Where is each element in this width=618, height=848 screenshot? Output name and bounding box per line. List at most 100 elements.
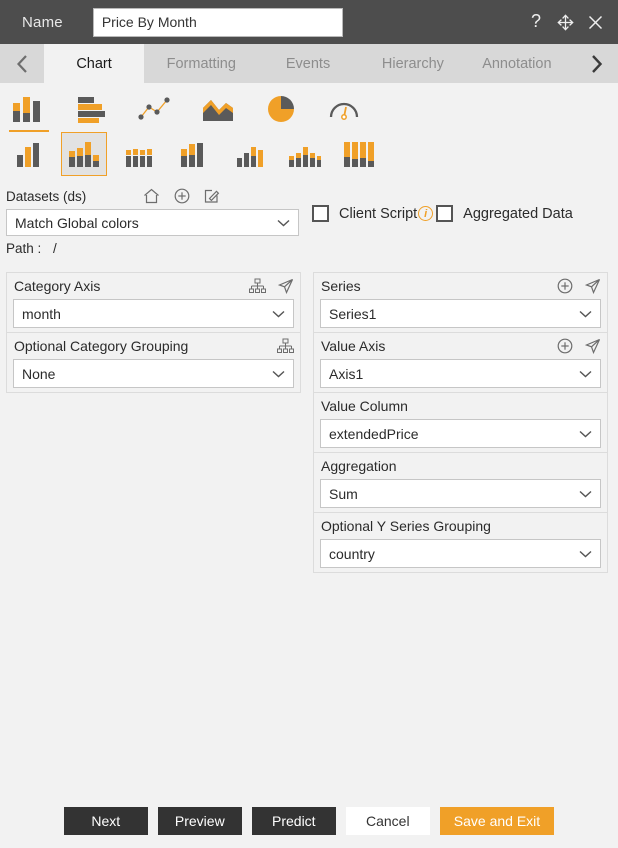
value-axis-value: Axis1 [329, 366, 363, 382]
category-grouping-label: Optional Category Grouping [14, 338, 188, 354]
datasets-toolbar [143, 188, 220, 204]
info-circle-icon[interactable]: i [418, 206, 433, 221]
chevron-down-icon [579, 310, 592, 318]
tab-scroll-left-chevron-left-icon[interactable] [0, 44, 44, 83]
edit-pencil-icon[interactable] [204, 188, 220, 204]
path-label: Path : [6, 241, 41, 256]
datasets-section: Datasets (ds) [0, 179, 618, 256]
footer-actions: Next Preview Predict Cancel Save and Exi… [0, 794, 618, 848]
chevron-down-icon [579, 490, 592, 498]
grouped-stacked-column-variant-icon[interactable] [116, 132, 162, 176]
category-axis-header: Category Axis [7, 273, 300, 299]
navigate-arrow-icon[interactable] [278, 278, 294, 294]
value-axis-label: Value Axis [321, 338, 385, 354]
column-chart-icon[interactable] [6, 89, 52, 129]
chart-type-row-variants [0, 129, 618, 179]
tab-scroll-right-chevron-right-icon[interactable] [574, 44, 618, 83]
full-stacked-column-variant-icon[interactable] [336, 132, 382, 176]
navigate-arrow-icon[interactable] [585, 338, 601, 354]
tab-list: Chart Formatting Events Hierarchy Annota… [44, 44, 574, 83]
home-icon[interactable] [143, 188, 160, 204]
category-grouping-select[interactable]: None [13, 359, 294, 388]
preview-button[interactable]: Preview [158, 807, 242, 835]
chart-name-input[interactable] [93, 8, 343, 37]
datasets-header: Datasets (ds) [6, 185, 618, 207]
chevron-down-icon [579, 430, 592, 438]
clustered-column-variant-icon[interactable] [171, 132, 217, 176]
tab-annotation[interactable]: Annotation [468, 44, 574, 83]
question-mark-icon[interactable]: ? [528, 12, 544, 32]
chevron-down-icon [579, 370, 592, 378]
series-value: Series1 [329, 306, 376, 322]
tab-hierarchy[interactable]: Hierarchy [358, 44, 469, 83]
chevron-down-icon [277, 219, 290, 227]
client-script-label: Client Script [339, 206, 417, 222]
y-series-grouping-group: Optional Y Series Grouping country [313, 513, 608, 573]
value-axis-header: Value Axis [314, 333, 607, 359]
pie-chart-icon[interactable] [258, 89, 304, 129]
y-series-grouping-label: Optional Y Series Grouping [321, 518, 491, 534]
value-axis-select[interactable]: Axis1 [320, 359, 601, 388]
tab-chart[interactable]: Chart [44, 44, 144, 83]
move-cross-icon[interactable] [557, 14, 574, 31]
aggregation-label: Aggregation [321, 458, 397, 474]
aggregation-header: Aggregation [314, 453, 607, 479]
category-grouping-value: None [22, 366, 55, 382]
client-script-checkbox[interactable] [312, 205, 329, 222]
multi-column-variant-icon[interactable] [281, 132, 327, 176]
line-scatter-chart-icon[interactable] [132, 89, 178, 129]
cancel-button[interactable]: Cancel [346, 807, 430, 835]
category-grouping-header: Optional Category Grouping [7, 333, 300, 359]
tab-formatting-label: Formatting [167, 56, 236, 72]
title-bar: Name ? [0, 0, 618, 44]
series-select[interactable]: Series1 [320, 299, 601, 328]
aggregation-select[interactable]: Sum [320, 479, 601, 508]
value-column-header: Value Column [314, 393, 607, 419]
tab-events[interactable]: Events [258, 44, 357, 83]
value-column-value: extendedPrice [329, 426, 419, 442]
stacked-column-variant-icon[interactable] [61, 132, 107, 176]
chevron-down-icon [579, 550, 592, 558]
close-x-icon[interactable] [587, 14, 604, 31]
dataset-select-value: Match Global colors [15, 215, 139, 231]
series-header: Series [314, 273, 607, 299]
hierarchy-icon[interactable] [249, 278, 266, 294]
left-column: Category Axis [6, 272, 301, 393]
value-column-select[interactable]: extendedPrice [320, 419, 601, 448]
bar-chart-icon[interactable] [69, 89, 115, 129]
predict-button[interactable]: Predict [252, 807, 336, 835]
chart-type-row-primary [0, 83, 618, 129]
add-circle-icon[interactable] [557, 278, 573, 294]
category-axis-group: Category Axis [6, 272, 301, 333]
category-axis-value: month [22, 306, 61, 322]
gauge-chart-icon[interactable] [321, 89, 367, 129]
dataset-path: Path : / [6, 241, 618, 256]
series-group: Series Series1 [313, 272, 608, 333]
tab-chart-label: Chart [76, 56, 111, 72]
navigate-arrow-icon[interactable] [585, 278, 601, 294]
add-circle-icon[interactable] [557, 338, 573, 354]
tab-bar: Chart Formatting Events Hierarchy Annota… [0, 44, 618, 83]
series-label: Series [321, 278, 361, 294]
value-column-label: Value Column [321, 398, 408, 414]
chart-config-dialog: Name ? Chart [0, 0, 618, 848]
dataset-select[interactable]: Match Global colors [6, 209, 299, 236]
category-axis-select[interactable]: month [13, 299, 294, 328]
aggregation-value: Sum [329, 486, 358, 502]
chevron-down-icon [272, 370, 285, 378]
datasets-label: Datasets (ds) [6, 189, 86, 204]
value-column-group: Value Column extendedPrice [313, 393, 608, 453]
simple-column-variant-icon[interactable] [6, 132, 52, 176]
next-button[interactable]: Next [64, 807, 148, 835]
save-and-exit-button[interactable]: Save and Exit [440, 807, 554, 835]
area-chart-icon[interactable] [195, 89, 241, 129]
hierarchy-icon[interactable] [277, 338, 294, 354]
y-series-grouping-value: country [329, 546, 375, 562]
category-axis-label: Category Axis [14, 278, 100, 294]
aggregated-data-checkbox[interactable] [436, 205, 453, 222]
small-column-variant-icon[interactable] [226, 132, 272, 176]
tab-hierarchy-label: Hierarchy [382, 56, 444, 72]
y-series-grouping-select[interactable]: country [320, 539, 601, 568]
add-circle-icon[interactable] [174, 188, 190, 204]
tab-formatting[interactable]: Formatting [144, 44, 258, 83]
